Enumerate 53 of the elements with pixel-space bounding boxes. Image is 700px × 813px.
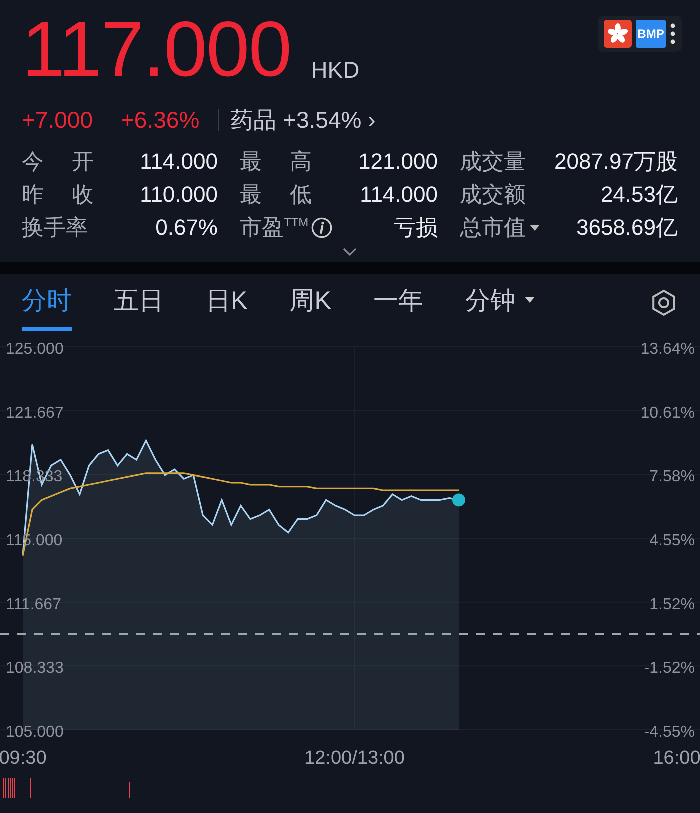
info-icon[interactable] — [310, 217, 333, 239]
stat-label: 今开 — [22, 148, 94, 176]
period-tab[interactable]: 日K — [206, 276, 248, 330]
period-tab[interactable]: 周K — [290, 276, 332, 330]
stat-value: 121.000 — [358, 149, 438, 175]
stat-value: 0.67% — [156, 215, 218, 241]
chevron-down-icon[interactable] — [343, 248, 357, 256]
price-axis-label: 121.667 — [6, 404, 64, 422]
stat-label: 最低 — [240, 181, 312, 209]
percent-axis-label: 1.52% — [650, 596, 695, 614]
stat-label: 总市值 — [460, 214, 526, 242]
stat-value: 110.000 — [140, 182, 218, 208]
percent-axis-label: -4.55% — [644, 724, 695, 741]
period-tab[interactable]: 五日 — [114, 276, 164, 330]
period-tab[interactable]: 分时 — [22, 276, 72, 330]
percent-axis-label: -1.52% — [644, 660, 695, 678]
price-axis-label: 105.000 — [6, 724, 64, 741]
stat-label: 市盈$^{TTM}$ — [240, 214, 309, 242]
stat-label: 成交量 — [460, 148, 526, 176]
stat-label: 成交额 — [460, 181, 526, 209]
time-axis-label: 09:30 — [0, 748, 47, 769]
period-tab[interactable]: 分钟 — [465, 276, 536, 330]
stat-label: 最高 — [240, 148, 312, 176]
more-icon[interactable] — [670, 23, 676, 45]
price-axis-label: 125.000 — [6, 341, 64, 358]
price-change: +7.000 — [22, 106, 93, 134]
settings-icon[interactable] — [650, 289, 678, 317]
percent-axis-label: 4.55% — [650, 532, 695, 550]
current-point-dot — [452, 494, 466, 507]
percent-axis-label: 7.58% — [650, 468, 695, 486]
stat-label: 昨收 — [22, 181, 94, 209]
percent-axis-label: 10.61% — [640, 404, 695, 422]
stat-value: 24.53亿 — [600, 181, 678, 209]
price-axis-label: 111.667 — [6, 596, 62, 614]
caret-icon — [525, 297, 536, 303]
period-tab[interactable]: 一年 — [373, 276, 424, 330]
price-axis-label: 108.333 — [6, 660, 64, 678]
sector-link[interactable]: 药品 +3.54% › — [230, 104, 376, 136]
time-axis-label: 12:00/13:00 — [304, 748, 405, 769]
stat-value: 114.000 — [140, 149, 218, 175]
flower-flag-icon — [604, 20, 632, 48]
stat-value: 3658.69亿 — [576, 214, 678, 242]
market-badge: BMP — [636, 20, 666, 48]
percent-change: +6.36% — [121, 106, 200, 134]
caret-icon[interactable] — [530, 225, 540, 231]
currency-label: HKD — [311, 57, 360, 85]
percent-axis-label: 13.64% — [640, 341, 695, 358]
stat-value: 114.000 — [360, 182, 438, 208]
stat-value: 2087.97万股 — [554, 148, 678, 176]
stat-value: 亏损 — [394, 214, 438, 242]
stock-price: 117.000 — [22, 10, 292, 95]
stat-label: 换手率 — [22, 214, 88, 242]
time-axis-label: 16:00 — [653, 748, 700, 769]
